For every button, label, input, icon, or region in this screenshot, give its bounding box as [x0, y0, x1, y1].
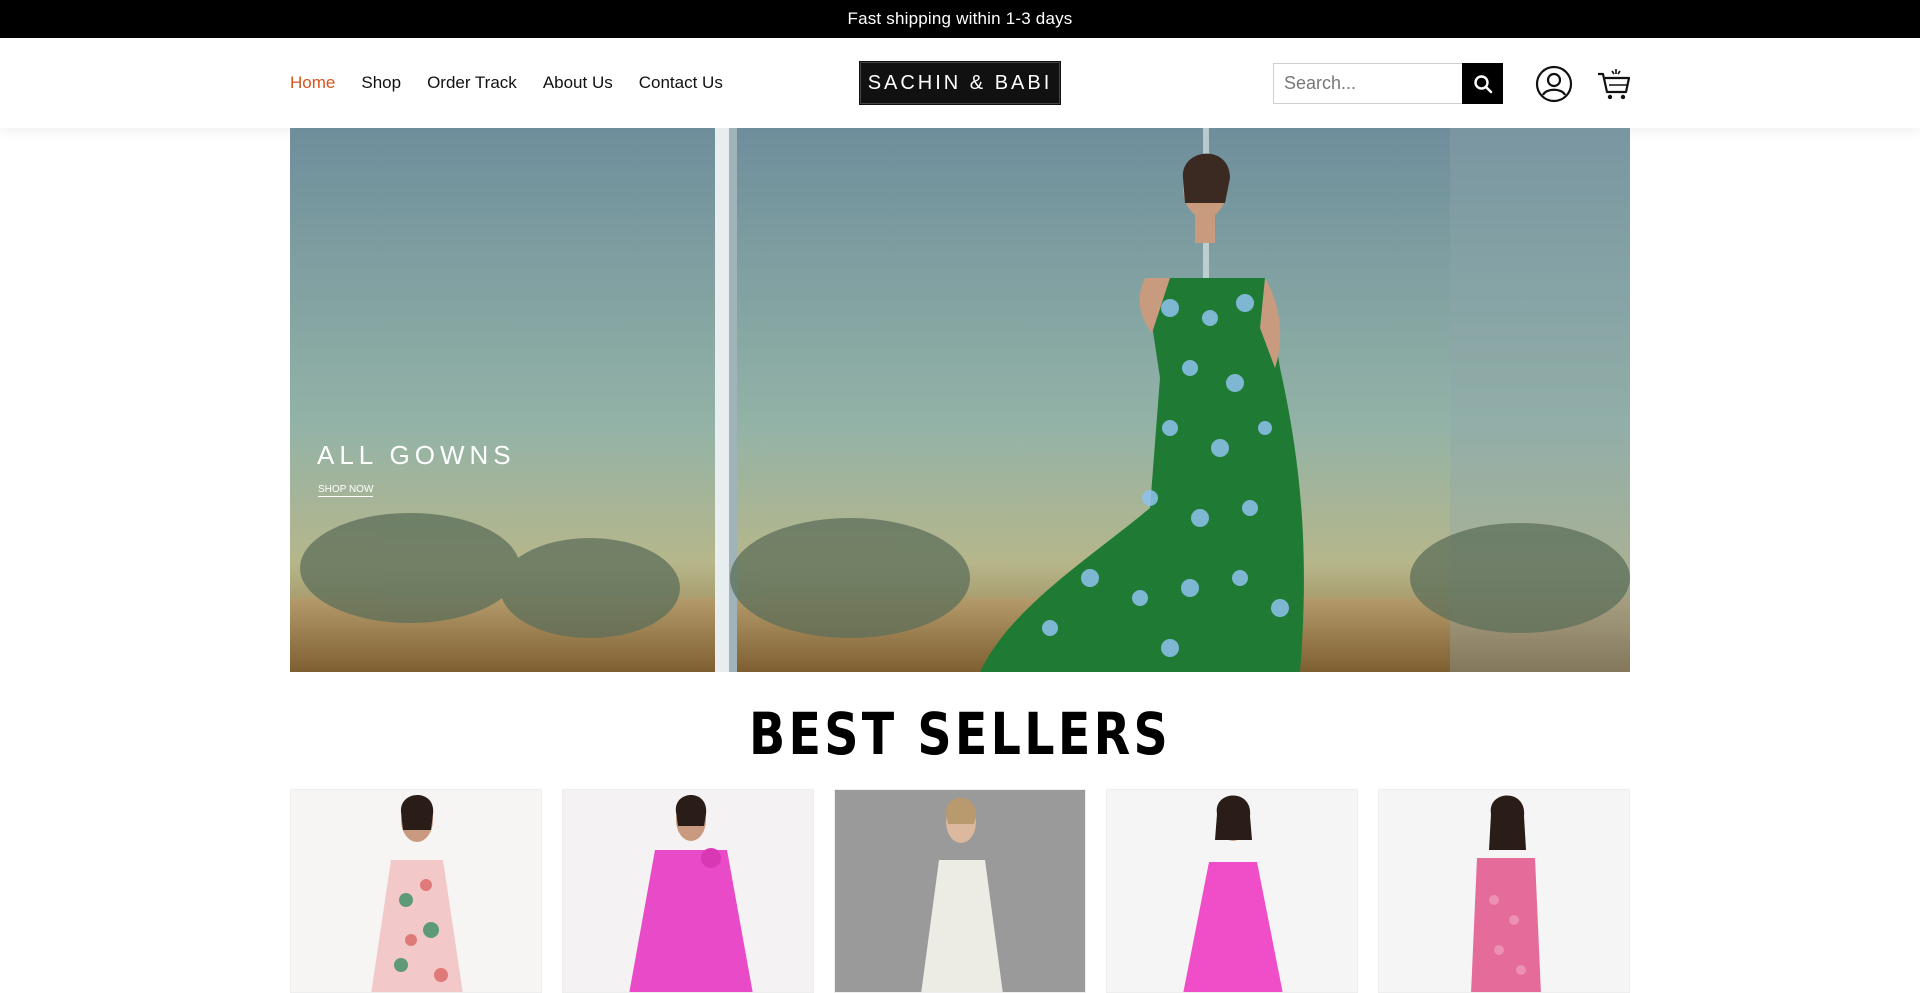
product-card[interactable] [834, 789, 1086, 993]
pink-lace-dress-image [1379, 790, 1629, 992]
hero-banner[interactable]: ALL GOWNS SHOP NOW [290, 128, 1630, 672]
shop-now-link[interactable]: SHOP NOW [318, 484, 374, 497]
product-card[interactable] [1106, 789, 1358, 993]
nav-shop[interactable]: Shop [361, 73, 401, 93]
brand-logo[interactable]: SACHIN & BABI [859, 61, 1061, 105]
account-button[interactable] [1533, 63, 1575, 105]
fuchsia-strapless-gown-image [1107, 790, 1357, 992]
search-icon [1473, 74, 1492, 93]
floral-print-dress-image [291, 790, 541, 992]
announcement-bar: Fast shipping within 1-3 days [0, 0, 1920, 38]
user-circle-icon [1535, 65, 1573, 103]
product-card[interactable] [290, 789, 542, 993]
brand-logo-text: SACHIN & BABI [867, 71, 1053, 94]
product-card[interactable] [1378, 789, 1630, 993]
shopping-cart-icon [1598, 69, 1631, 100]
site-header: Home Shop Order Track About Us Contact U… [0, 38, 1920, 128]
product-card[interactable] [562, 789, 814, 993]
ivory-strapless-gown-image [835, 790, 1085, 992]
search-input[interactable] [1273, 63, 1462, 104]
nav-order-track[interactable]: Order Track [427, 73, 517, 93]
main-nav: Home Shop Order Track About Us Contact U… [290, 38, 723, 128]
fuchsia-cape-gown-image [563, 790, 813, 992]
nav-contact-us[interactable]: Contact Us [639, 73, 723, 93]
nav-home[interactable]: Home [290, 73, 335, 93]
announcement-text: Fast shipping within 1-3 days [847, 9, 1073, 28]
cart-button[interactable] [1593, 63, 1635, 105]
hero-title: ALL GOWNS [317, 440, 516, 470]
search-form [1273, 63, 1503, 104]
nav-about-us[interactable]: About Us [543, 73, 613, 93]
best-sellers-title: BEST SELLERS [748, 700, 1172, 768]
best-sellers-grid [290, 789, 1630, 993]
hero-image [290, 128, 1630, 672]
search-button[interactable] [1462, 63, 1503, 104]
